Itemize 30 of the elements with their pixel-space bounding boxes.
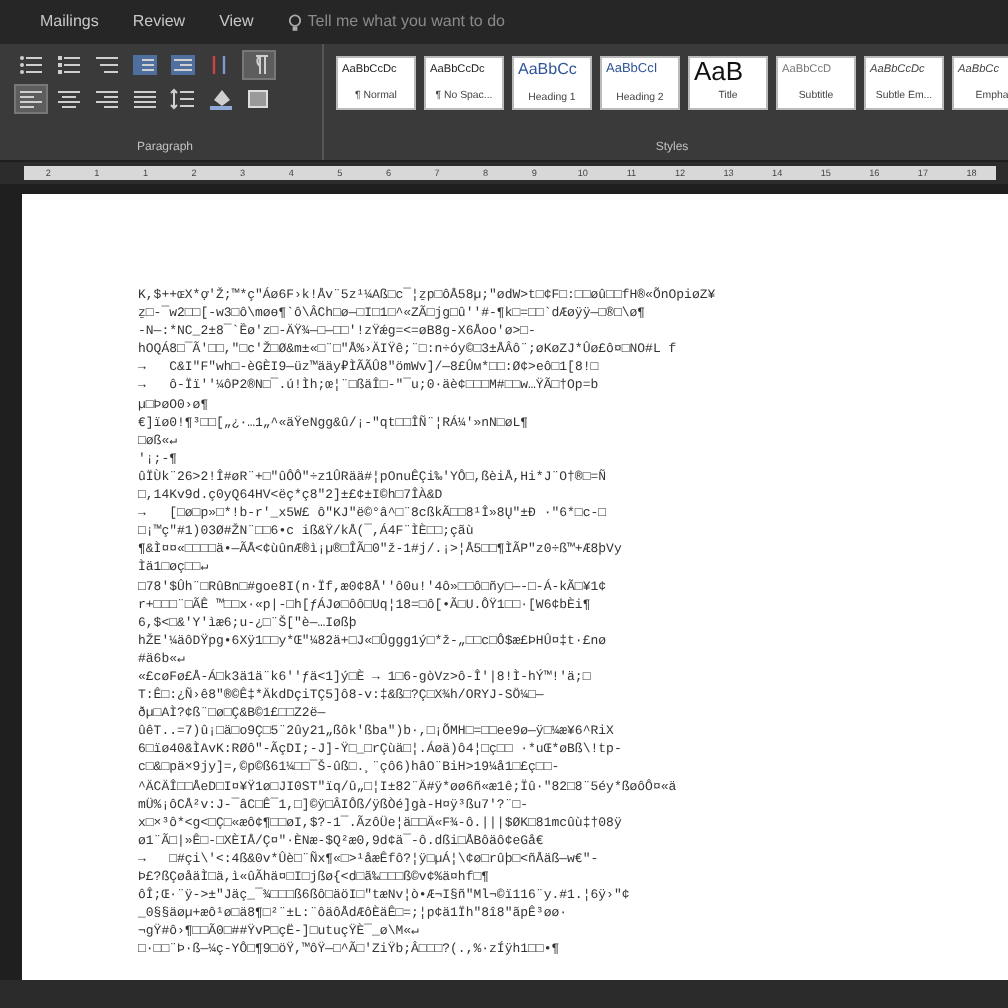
align-center-button[interactable]	[54, 86, 84, 112]
justify-button[interactable]	[130, 86, 160, 112]
borders-button[interactable]	[244, 86, 274, 112]
ribbon-tab[interactable]: View	[219, 10, 254, 34]
tell-me-field[interactable]: Tell me what you want to do	[287, 10, 505, 34]
shading-button[interactable]	[206, 86, 236, 112]
lightbulb-icon	[287, 13, 302, 31]
justify-icon	[132, 88, 158, 110]
line-spacing-button[interactable]	[168, 86, 198, 112]
line-spacing-icon	[170, 88, 196, 110]
align-left-button[interactable]	[16, 86, 46, 112]
bullets-button[interactable]	[16, 52, 46, 78]
numbering-icon	[56, 54, 82, 76]
borders-icon	[246, 88, 272, 110]
pilcrow-button[interactable]	[244, 52, 274, 78]
decrease-indent-icon	[132, 54, 158, 76]
ribbon-tab[interactable]: Review	[132, 10, 186, 34]
align-left-icon	[18, 88, 44, 110]
bullets-icon	[18, 54, 44, 76]
multilevel-list-button[interactable]	[92, 52, 122, 78]
shading-icon	[208, 88, 234, 110]
decrease-indent-button[interactable]	[130, 52, 160, 78]
multilevel-list-icon	[94, 54, 120, 76]
align-center-icon	[56, 88, 82, 110]
increase-indent-icon	[170, 54, 196, 76]
align-right-icon	[94, 88, 120, 110]
align-right-button[interactable]	[92, 86, 122, 112]
numbering-button[interactable]	[54, 52, 84, 78]
ribbon-tab[interactable]: Mailings	[40, 10, 99, 34]
increase-indent-button[interactable]	[168, 52, 198, 78]
